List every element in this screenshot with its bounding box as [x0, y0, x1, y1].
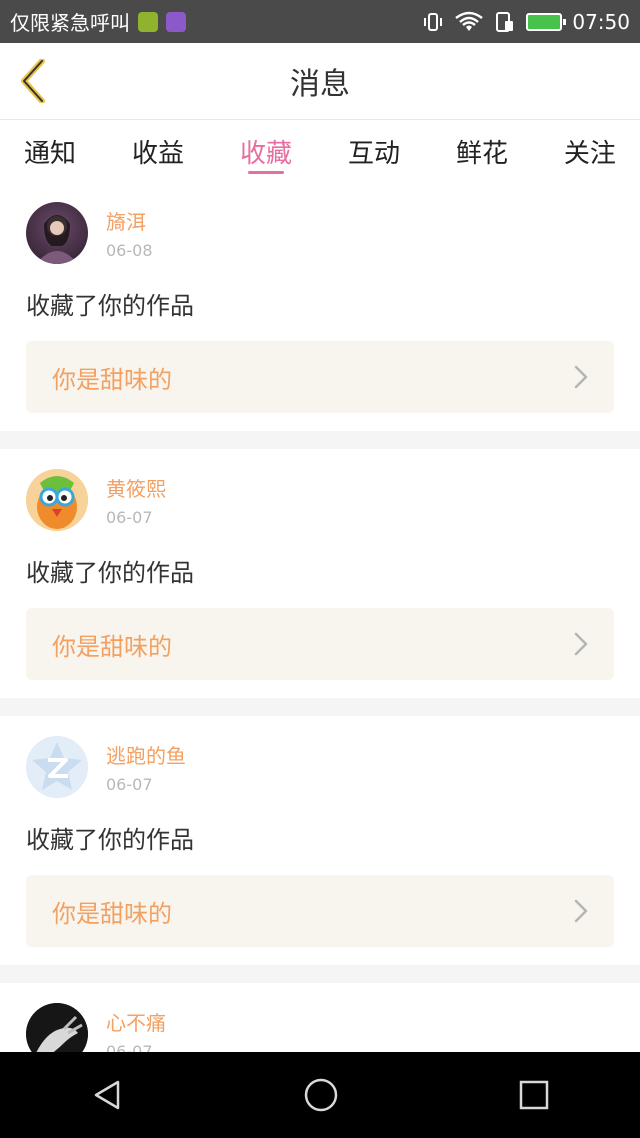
message-card: 旖洱 06-08 收藏了你的作品 你是甜味的 — [0, 182, 640, 431]
user-name[interactable]: 旖洱 — [106, 206, 153, 235]
sim-icon — [496, 11, 514, 32]
user-name[interactable]: 黄筱熙 — [106, 473, 166, 502]
avatar[interactable] — [26, 469, 88, 531]
carrier-text: 仅限紧急呼叫 — [10, 11, 130, 35]
vibrate-icon — [424, 12, 443, 31]
app-notification-icon — [138, 11, 158, 32]
tab-label: 关注 — [563, 138, 616, 169]
gallery-notification-icon — [166, 11, 186, 32]
status-bar: 仅限紧急呼叫 07:50 — [0, 0, 640, 43]
chevron-right-icon — [574, 365, 588, 389]
tab-label: 收藏 — [239, 138, 292, 169]
card-header: 逃跑的鱼 06-07 — [26, 736, 614, 798]
back-triangle-icon[interactable] — [90, 1078, 124, 1112]
tab-earnings[interactable]: 收益 — [132, 120, 184, 182]
clock-text: 07:50 — [572, 9, 630, 34]
card-header: 旖洱 06-08 — [26, 202, 614, 264]
chevron-left-icon — [21, 59, 45, 103]
status-left: 仅限紧急呼叫 — [10, 7, 186, 36]
active-tab-underline — [247, 171, 284, 174]
page-title: 消息 — [290, 67, 350, 102]
tab-favorites[interactable]: 收藏 — [240, 120, 292, 182]
recents-square-icon[interactable] — [518, 1079, 550, 1111]
user-name[interactable]: 逃跑的鱼 — [106, 740, 186, 769]
wifi-icon — [455, 11, 484, 31]
user-name[interactable]: 心不痛 — [106, 1007, 166, 1036]
status-right: 07:50 — [422, 10, 630, 34]
tab-bar: 通知 收益 收藏 互动 鲜花 关注 — [0, 120, 640, 182]
work-title: 你是甜味的 — [52, 899, 172, 928]
default-avatar-icon — [26, 736, 88, 798]
tab-label: 互动 — [347, 138, 400, 169]
tab-label: 收益 — [131, 138, 184, 169]
top-bar: 消息 — [0, 43, 640, 120]
back-button[interactable] — [14, 59, 52, 103]
battery-icon — [526, 12, 567, 31]
work-title: 你是甜味的 — [52, 365, 172, 394]
message-date: 06-08 — [106, 241, 153, 260]
user-info: 逃跑的鱼 06-07 — [106, 740, 186, 794]
action-text: 收藏了你的作品 — [26, 826, 194, 854]
work-link[interactable]: 你是甜味的 — [26, 341, 614, 413]
message-card: 逃跑的鱼 06-07 收藏了你的作品 你是甜味的 — [0, 716, 640, 965]
avatar[interactable] — [26, 202, 88, 264]
action-text: 收藏了你的作品 — [26, 292, 194, 320]
work-link[interactable]: 你是甜味的 — [26, 875, 614, 947]
cartoon-avatar-icon — [26, 469, 88, 531]
tab-interactions[interactable]: 互动 — [348, 120, 400, 182]
tab-label: 鲜花 — [455, 138, 508, 169]
user-info: 黄筱熙 06-07 — [106, 473, 166, 527]
work-title: 你是甜味的 — [52, 632, 172, 661]
tab-following[interactable]: 关注 — [564, 120, 616, 182]
avatar[interactable] — [26, 736, 88, 798]
tab-label: 通知 — [24, 138, 77, 169]
message-date: 06-07 — [106, 775, 153, 794]
message-date: 06-07 — [106, 508, 153, 527]
message-card: 黄筱熙 06-07 收藏了你的作品 你是甜味的 — [0, 449, 640, 698]
chevron-right-icon — [574, 899, 588, 923]
system-nav-bar — [0, 1052, 640, 1138]
user-info: 旖洱 06-08 — [106, 206, 153, 260]
card-header: 黄筱熙 06-07 — [26, 469, 614, 531]
work-link[interactable]: 你是甜味的 — [26, 608, 614, 680]
chevron-right-icon — [574, 632, 588, 656]
tab-flowers[interactable]: 鲜花 — [456, 120, 508, 182]
message-list: 旖洱 06-08 收藏了你的作品 你是甜味的 黄筱熙 06-07 收藏了你的作品… — [0, 182, 640, 1101]
home-circle-icon[interactable] — [303, 1077, 339, 1113]
user-photo-icon — [36, 215, 78, 264]
tab-notifications[interactable]: 通知 — [24, 120, 76, 182]
action-text: 收藏了你的作品 — [26, 559, 194, 587]
